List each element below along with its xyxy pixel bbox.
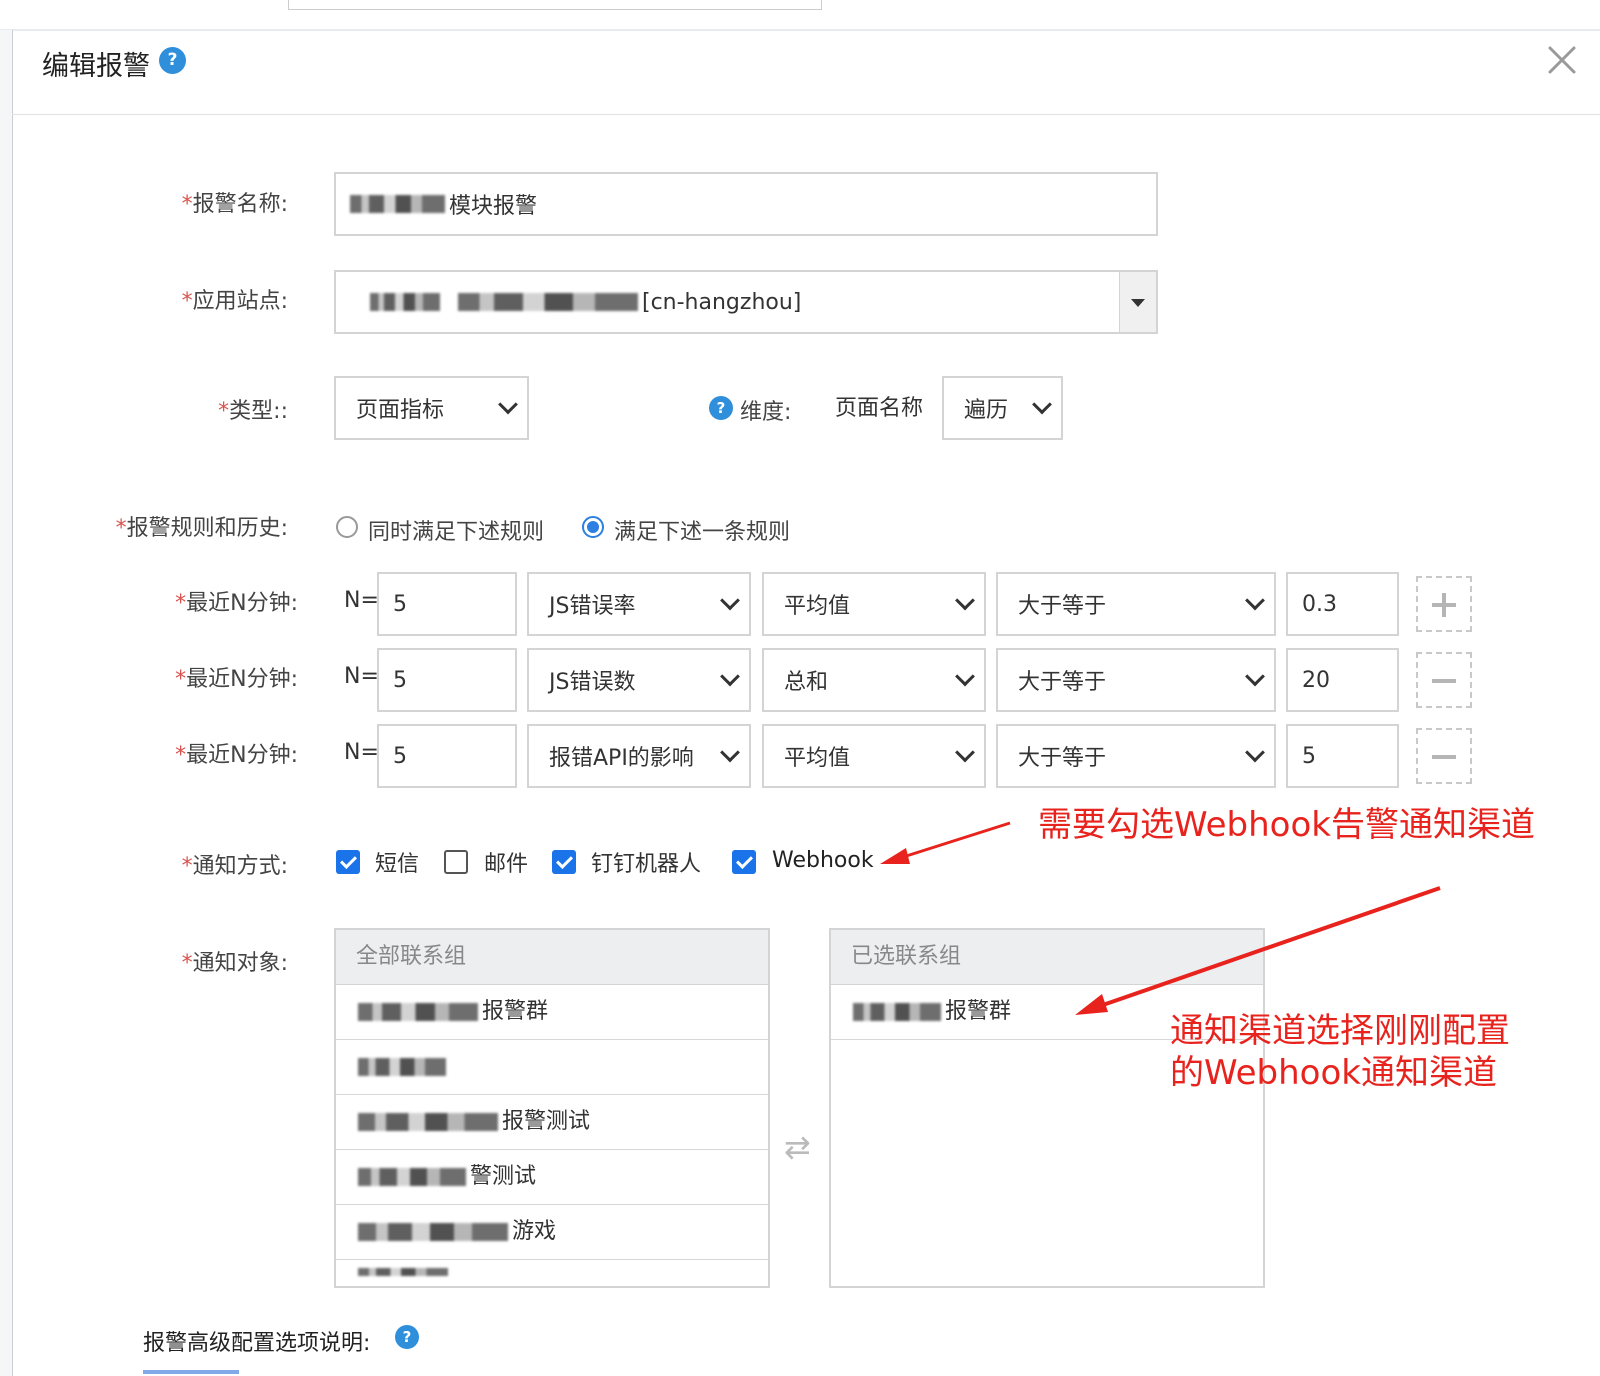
channel-arrow (1075, 886, 1441, 1015)
annotation-arrows (880, 821, 1441, 1015)
webhook-arrow (880, 821, 1011, 864)
